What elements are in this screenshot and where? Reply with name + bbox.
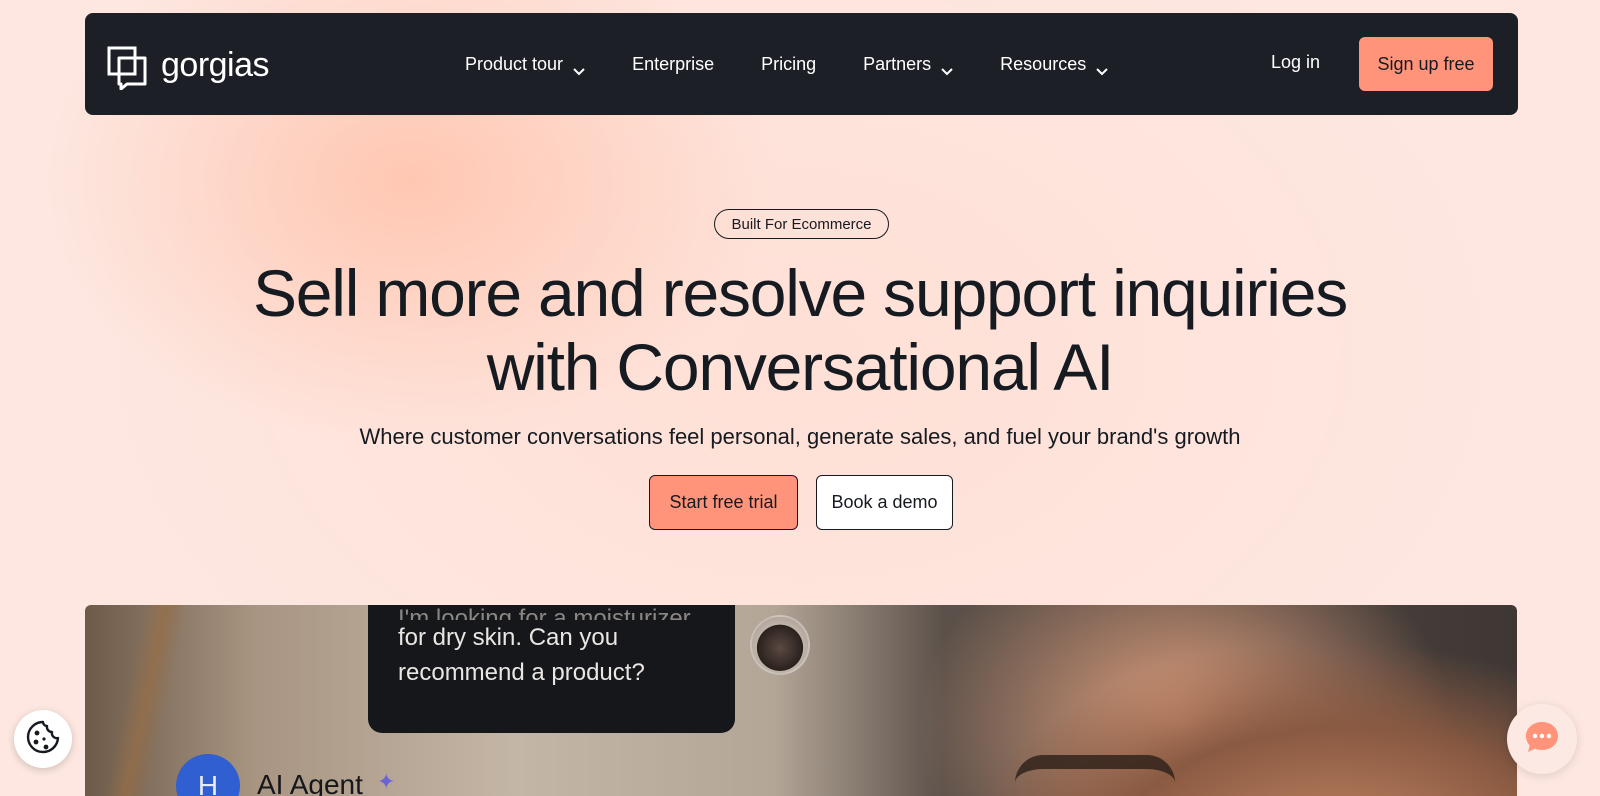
headline-line-1: Sell more and resolve support inquiries (252, 256, 1348, 330)
nav-label: Partners (863, 53, 932, 74)
signup-button[interactable]: Sign up free (1359, 37, 1493, 91)
hero-video[interactable]: I'm looking for a moisturizer for dry sk… (85, 605, 1517, 796)
chevron-down-icon (573, 60, 585, 76)
nav-menu: Product tour Enterprise Pricing Partners… (465, 13, 1155, 115)
headline-line-2: with Conversational AI (486, 330, 1115, 404)
book-demo-button[interactable]: Book a demo (816, 475, 953, 530)
chat-line-1: for dry skin. Can you (398, 624, 619, 651)
nav-product-tour[interactable]: Product tour (465, 53, 585, 76)
cookie-icon (25, 719, 61, 760)
hero-headline: Sell more and resolve support inquiries … (200, 256, 1400, 404)
nav-label: Pricing (761, 53, 817, 74)
nav-label: Enterprise (632, 53, 715, 74)
top-navbar: gorgias Product tour Enterprise Pricing … (85, 13, 1518, 115)
background-streak (100, 605, 190, 796)
nav-label: Resources (1000, 53, 1087, 74)
hero-subhead: Where customer conversations feel person… (359, 424, 1241, 449)
customer-chat-bubble: I'm looking for a moisturizer for dry sk… (368, 605, 735, 733)
chat-line-2: recommend a product? (398, 659, 645, 686)
chat-launcher-button[interactable] (1507, 704, 1577, 774)
chat-faded-line: I'm looking for a moisturizer (398, 605, 691, 620)
logo-wordmark: gorgias (161, 45, 270, 84)
chevron-down-icon (1096, 60, 1108, 76)
gorgias-logo-icon (107, 46, 147, 91)
gorgias-logo[interactable]: gorgias (107, 45, 270, 91)
cookie-settings-button[interactable] (14, 710, 72, 768)
agent-name: AI Agent (257, 769, 363, 796)
sparkle-icon: ✦ (377, 769, 396, 794)
agent-avatar: H (176, 754, 240, 796)
hero-badge: Built For Ecommerce (714, 209, 889, 239)
nav-label: Product tour (465, 53, 564, 74)
nav-partners[interactable]: Partners (863, 53, 953, 76)
background-face-detail (1015, 755, 1175, 783)
customer-avatar (750, 615, 810, 675)
chevron-down-icon (941, 60, 953, 76)
nav-resources[interactable]: Resources (1000, 53, 1108, 76)
nav-enterprise[interactable]: Enterprise (632, 54, 714, 75)
nav-pricing[interactable]: Pricing (761, 54, 816, 75)
start-free-trial-button[interactable]: Start free trial (649, 475, 798, 530)
chat-bubble-icon (1524, 720, 1560, 759)
login-link[interactable]: Log in (1271, 52, 1320, 73)
